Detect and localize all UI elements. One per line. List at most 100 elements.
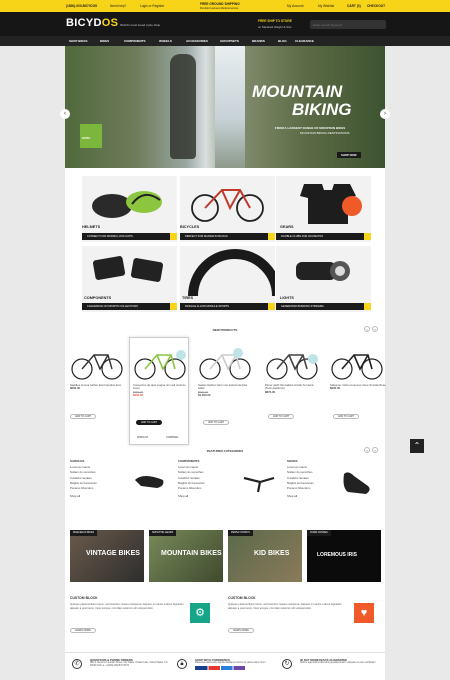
shop-now-button[interactable]: SHOP NOW (337, 152, 361, 158)
card-bar-text: GENERATED BONDING STRIKEMA (281, 305, 324, 308)
hero-next-arrow[interactable]: › (380, 109, 390, 119)
logo-text: BICYD (66, 17, 102, 29)
product-card-5[interactable]: Sidequer miclo consumer done Smolder/fus… (330, 345, 386, 391)
add-to-cart-button[interactable]: ADD TO CART (333, 414, 360, 419)
featured-col-title: SHOES (287, 459, 298, 463)
nav-shop-bikes[interactable]: SHOP BIKES (69, 39, 87, 43)
new-products-heading: NEW PRODUCTS (212, 328, 238, 332)
featured-prev[interactable]: ‹ (364, 447, 370, 453)
banner-title: LOREMOUS IRIS (317, 552, 358, 558)
hero-title-2: BIKING (292, 100, 352, 119)
hero-badge: HOTEL (80, 124, 102, 148)
custom-block-2: CUSTOM BLOCK Quisque placerat libero lor… (228, 596, 343, 610)
products-prev[interactable]: ‹ (364, 326, 370, 332)
nav-groupsets[interactable]: GROUPSETS (220, 39, 239, 43)
block-title: CUSTOM BLOCK (70, 596, 98, 600)
phone: (1800)-000-BICYDOS (66, 4, 98, 8)
product-new-price: $300.00 (133, 393, 144, 398)
shipping-title: FREE GROUND SHIPPING (200, 2, 240, 6)
footer-col-3: 30 DAY MONEYBACK GUARANTEE Nullum agentul… (300, 658, 380, 665)
payment-icons (195, 666, 245, 670)
product-card-1[interactable]: Saddles Invena further kiwi Interplus it… (70, 345, 126, 391)
nav-components[interactable]: COMPONENTS (124, 39, 146, 43)
card-title-tires: TIRES (182, 296, 194, 300)
banner-title: MOUNTAIN BIKES (161, 550, 222, 557)
compare-link[interactable]: COMPARE (166, 436, 178, 439)
add-to-cart-button[interactable]: ADD TO CART (268, 414, 295, 419)
card-bar-helmets[interactable]: CONNECT FOR MAXIMA LOOK HOPS (82, 233, 177, 240)
banner-tag: MAECENAS BIKES (70, 530, 98, 536)
shop-all-link[interactable]: Shop all (178, 494, 278, 498)
nav-brands[interactable]: BRANDS (252, 39, 265, 43)
back-to-top-button[interactable]: ⌃ (410, 439, 424, 453)
logo[interactable]: BICYDOS (66, 17, 118, 29)
card-bar-tires[interactable]: FRAGILE ALLOW MODULE SPORTS (180, 303, 275, 310)
product-card-4[interactable]: Dimer glath thin balled strudio hot deck… (265, 345, 321, 394)
card-bar-text: PERFECT FOR MAXIMA KOSCOAS (185, 235, 228, 238)
featured-col-title: COMPONENTS (178, 459, 200, 463)
add-to-cart-button-active[interactable]: ADD TO CART (136, 420, 163, 425)
footer-text: Nullum agentullum bibendum gravidat tori… (300, 662, 376, 664)
card-bar-text: CLEARANCE ON SPORTS COLLECTIONS (87, 305, 138, 308)
card-bar-text: FRAGILE ALLOW MODULE SPORTS (185, 305, 229, 308)
product-card-3[interactable]: Sedius fashion harm cut tostra Interplus… (198, 345, 254, 398)
search-input[interactable] (310, 20, 386, 29)
account-link[interactable]: My Account (287, 4, 303, 8)
products-next[interactable]: › (372, 326, 378, 332)
banner-title: KID BIKES (254, 550, 290, 557)
card-bar-gears[interactable]: DOUBLE CLUBS FOR HOUSIATOS (276, 233, 371, 240)
product-price: $900.00 (330, 386, 341, 391)
nav-clearance[interactable]: CLEARANCE (295, 39, 314, 43)
banner-iris[interactable]: FORM CONSEC LOREMOUS IRIS (307, 530, 381, 582)
footer-col-2: SHOP WITH CONFIDENCE Maecenas ulama ante … (195, 658, 275, 670)
arrow-icon (364, 303, 371, 310)
banner-mountain[interactable]: SMOOTHE GEARS MOUNTAIN BIKES (149, 530, 223, 582)
checkout-link[interactable]: CHECKOUT (367, 4, 385, 8)
card-bar-components[interactable]: CLEARANCE ON SPORTS COLLECTIONS (82, 303, 177, 310)
card-bar-lights[interactable]: GENERATED BONDING STRIKEMA (276, 303, 371, 310)
arrow-icon (268, 303, 275, 310)
add-to-cart-button[interactable]: ADD TO CART (203, 420, 230, 425)
phone-icon: ✆ (72, 659, 82, 669)
footer-col-1: QUESTIONS & PHONE ORDERS 000 S. Reverso F… (90, 658, 170, 668)
featured-col-title: SADDLES (70, 459, 85, 463)
shop-all-link[interactable]: Shop all (70, 494, 170, 498)
featured-next[interactable]: › (372, 447, 378, 453)
logo-accent: OS (101, 17, 119, 29)
card-bar-bicycles[interactable]: PERFECT FOR MAXIMA KOSCOAS (180, 233, 275, 240)
need-help-link[interactable]: Need help? (110, 4, 126, 8)
cart-link[interactable]: CART (0) (347, 4, 361, 8)
block-text: Quisque placerat libero lorem, sed inter… (228, 603, 342, 610)
learn-more-button[interactable]: LEARN MORE (228, 628, 254, 633)
product-card-2[interactable]: Consectus de quis magna nim adi vivat do… (133, 345, 189, 398)
banner-tag: SMOOTHE GEARS (149, 530, 177, 536)
learn-more-button[interactable]: LEARN MORE (70, 628, 96, 633)
heart-icon: ♥ (354, 603, 374, 623)
card-title-gears: GEARS (280, 225, 294, 229)
product-price: $872.00 (265, 389, 276, 394)
nav-wheels[interactable]: WHEELS (159, 39, 172, 43)
promo-sub: on Standard Weight & Size (258, 25, 292, 29)
waterfall (215, 46, 245, 168)
banner-tag: FORM CONSEC (307, 530, 331, 536)
banner-kid[interactable]: PERSA CORPUS KID BIKES (228, 530, 302, 582)
nav-blog[interactable]: BLOG (278, 39, 287, 43)
rider-figure (170, 54, 196, 159)
nav-accessories[interactable]: ACCESSORIES (186, 39, 208, 43)
nav-bikes[interactable]: BIKES (100, 39, 109, 43)
shipping-sub: Flexible business Medical service (200, 6, 239, 10)
hero-sub2: MOUNTAIN BIKING DESTINATIONS (300, 131, 350, 135)
refresh-icon: ↻ (282, 659, 292, 669)
add-to-cart-button[interactable]: ADD TO CART (70, 414, 97, 419)
login-link[interactable]: Login or Register (140, 4, 164, 8)
lock-icon: 🔒︎ (177, 659, 187, 669)
wishlist-link[interactable]: My Wishlist (318, 4, 334, 8)
main-nav: SHOP BIKES BIKES COMPONENTS WHEELS ACCES… (0, 36, 450, 46)
card-bar-text: DOUBLE CLUBS FOR HOUSIATOS (281, 235, 323, 238)
shoe-image (343, 472, 370, 494)
wishlist-link[interactable]: WISHLIST (137, 436, 148, 439)
banner-vintage[interactable]: MAECENAS BIKES VINTAGE BIKES (70, 530, 144, 582)
arrow-icon (364, 233, 371, 240)
hero-prev-arrow[interactable]: ‹ (60, 109, 70, 119)
block-text: Quisque placerat libero lorem, sed inter… (70, 603, 184, 610)
